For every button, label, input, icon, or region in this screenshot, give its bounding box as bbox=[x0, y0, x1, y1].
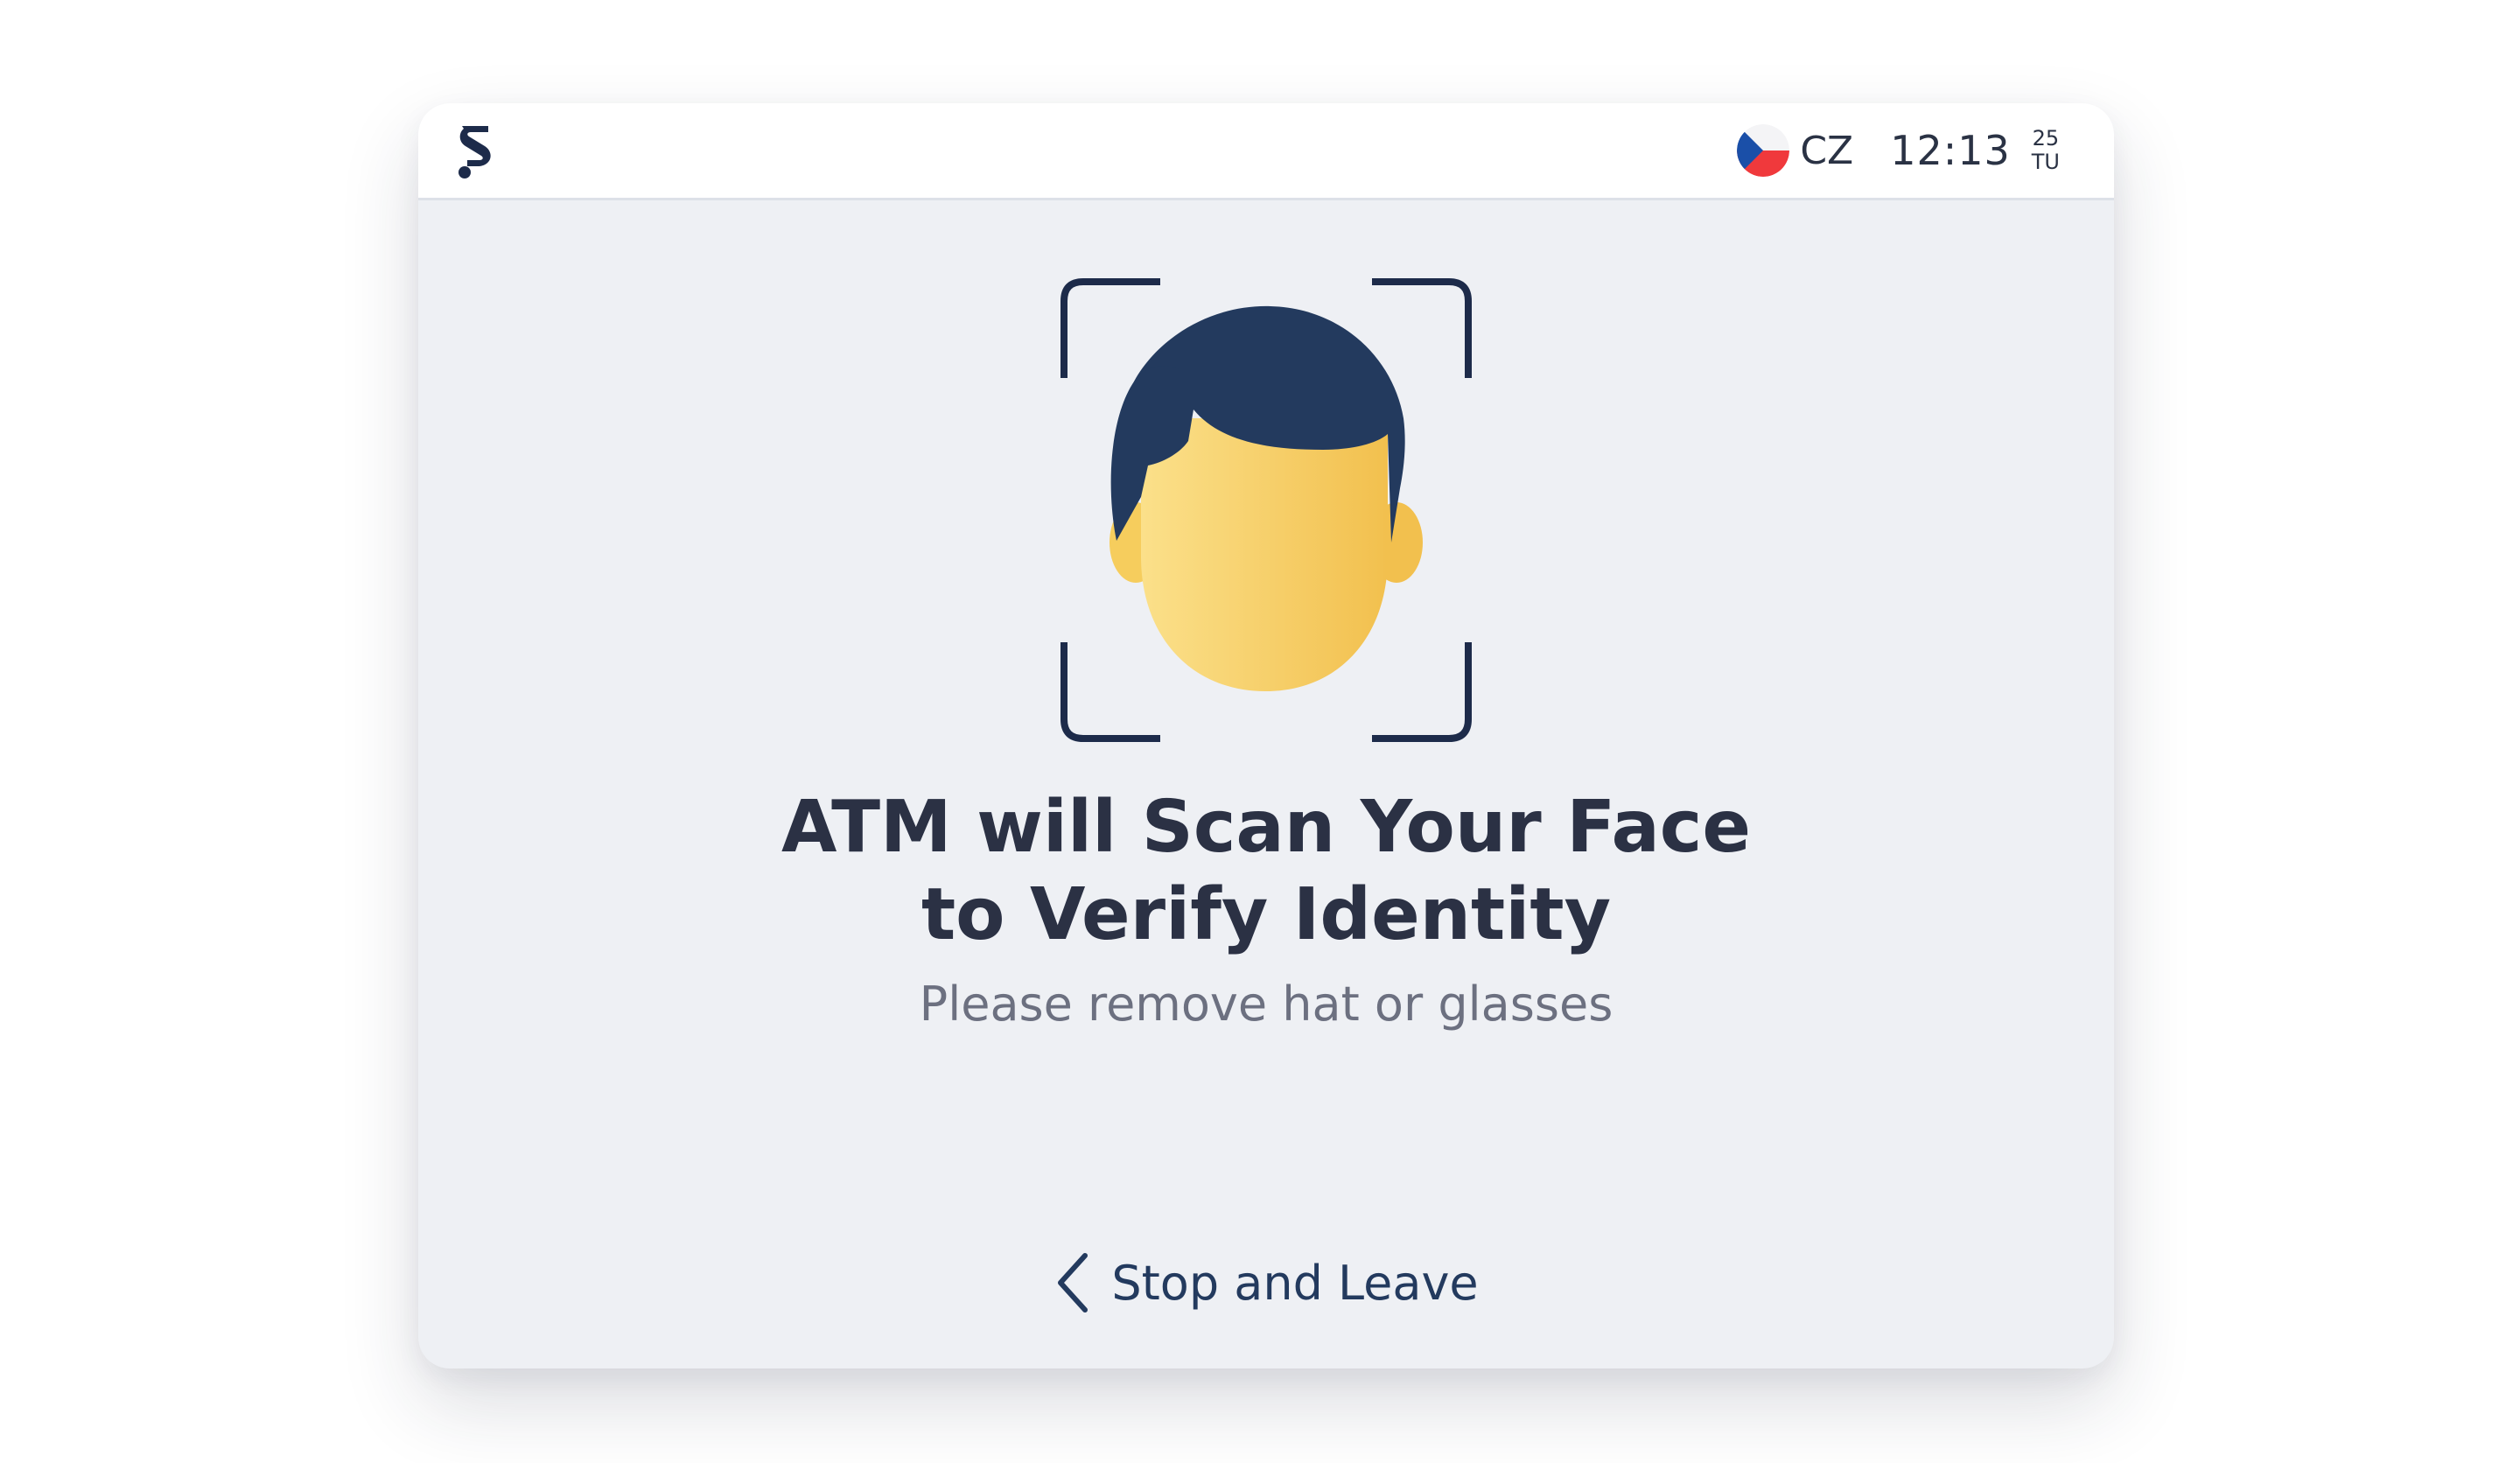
date-weekday: TU bbox=[2031, 150, 2060, 174]
page-canvas: CZ 12:13 25 TU ATM will Scan Your Face t… bbox=[0, 0, 2520, 1463]
language-label[interactable]: CZ bbox=[1800, 129, 1853, 173]
head-illustration bbox=[1110, 305, 1423, 691]
brand-s-logo-icon bbox=[458, 126, 491, 178]
chevron-left-icon bbox=[1058, 1253, 1088, 1312]
instruction-text: Please remove hat or glasses bbox=[919, 976, 1614, 1032]
clock-time: 12:13 bbox=[1890, 127, 2011, 174]
page-title-line2: to Verify Identity bbox=[920, 873, 1612, 956]
stop-and-leave-label: Stop and Leave bbox=[1111, 1255, 1479, 1311]
page-title-line1: ATM will Scan Your Face bbox=[780, 786, 1752, 869]
top-status-bar: CZ 12:13 25 TU bbox=[418, 103, 2114, 200]
date-day: 25 bbox=[2032, 126, 2060, 150]
face-scan-icon bbox=[1060, 278, 1472, 742]
stop-and-leave-button[interactable]: Stop and Leave bbox=[1040, 1241, 1494, 1325]
calendar-date: 25 TU bbox=[2032, 127, 2060, 174]
atm-screen: CZ 12:13 25 TU ATM will Scan Your Face t… bbox=[418, 103, 2114, 1368]
czech-flag-icon bbox=[1737, 124, 1790, 177]
status-info: CZ 12:13 25 TU bbox=[1737, 119, 2060, 182]
